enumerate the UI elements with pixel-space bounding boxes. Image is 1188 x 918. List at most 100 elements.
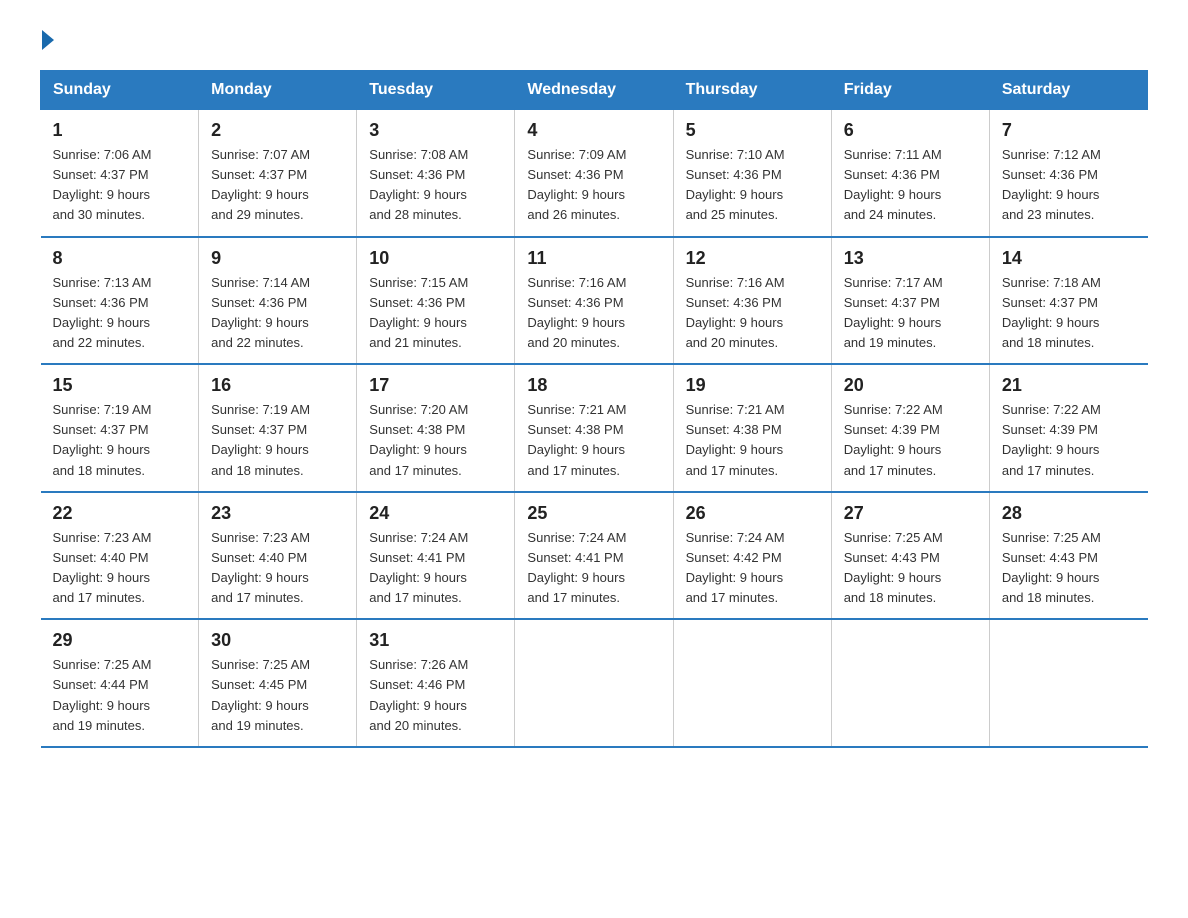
week-row-1: 1 Sunrise: 7:06 AMSunset: 4:37 PMDayligh…: [41, 110, 1148, 237]
day-cell: 19 Sunrise: 7:21 AMSunset: 4:38 PMDaylig…: [673, 364, 831, 492]
day-info: Sunrise: 7:21 AMSunset: 4:38 PMDaylight:…: [527, 402, 626, 477]
day-cell: 16 Sunrise: 7:19 AMSunset: 4:37 PMDaylig…: [199, 364, 357, 492]
week-row-2: 8 Sunrise: 7:13 AMSunset: 4:36 PMDayligh…: [41, 237, 1148, 365]
day-number: 26: [686, 503, 819, 524]
day-info: Sunrise: 7:24 AMSunset: 4:41 PMDaylight:…: [527, 530, 626, 605]
day-cell: 4 Sunrise: 7:09 AMSunset: 4:36 PMDayligh…: [515, 110, 673, 237]
day-cell: 13 Sunrise: 7:17 AMSunset: 4:37 PMDaylig…: [831, 237, 989, 365]
day-number: 8: [53, 248, 187, 269]
day-number: 14: [1002, 248, 1136, 269]
day-number: 30: [211, 630, 344, 651]
logo-text: [40, 30, 56, 50]
day-headers-row: SundayMondayTuesdayWednesdayThursdayFrid…: [41, 71, 1148, 110]
day-cell: 31 Sunrise: 7:26 AMSunset: 4:46 PMDaylig…: [357, 619, 515, 747]
day-cell: [831, 619, 989, 747]
day-info: Sunrise: 7:17 AMSunset: 4:37 PMDaylight:…: [844, 275, 943, 350]
day-info: Sunrise: 7:11 AMSunset: 4:36 PMDaylight:…: [844, 147, 942, 222]
day-info: Sunrise: 7:25 AMSunset: 4:44 PMDaylight:…: [53, 657, 152, 732]
day-cell: 28 Sunrise: 7:25 AMSunset: 4:43 PMDaylig…: [989, 492, 1147, 620]
day-number: 9: [211, 248, 344, 269]
day-info: Sunrise: 7:19 AMSunset: 4:37 PMDaylight:…: [53, 402, 152, 477]
week-row-3: 15 Sunrise: 7:19 AMSunset: 4:37 PMDaylig…: [41, 364, 1148, 492]
day-number: 6: [844, 120, 977, 141]
day-header-sunday: Sunday: [41, 71, 199, 110]
day-cell: 30 Sunrise: 7:25 AMSunset: 4:45 PMDaylig…: [199, 619, 357, 747]
day-number: 21: [1002, 375, 1136, 396]
day-header-wednesday: Wednesday: [515, 71, 673, 110]
day-header-thursday: Thursday: [673, 71, 831, 110]
day-number: 31: [369, 630, 502, 651]
day-number: 11: [527, 248, 660, 269]
header-area: [40, 30, 1148, 50]
day-info: Sunrise: 7:24 AMSunset: 4:41 PMDaylight:…: [369, 530, 468, 605]
logo: [40, 30, 56, 50]
day-cell: [673, 619, 831, 747]
calendar-body: 1 Sunrise: 7:06 AMSunset: 4:37 PMDayligh…: [41, 110, 1148, 747]
day-number: 24: [369, 503, 502, 524]
day-cell: 1 Sunrise: 7:06 AMSunset: 4:37 PMDayligh…: [41, 110, 199, 237]
day-info: Sunrise: 7:19 AMSunset: 4:37 PMDaylight:…: [211, 402, 310, 477]
day-info: Sunrise: 7:12 AMSunset: 4:36 PMDaylight:…: [1002, 147, 1101, 222]
day-cell: 27 Sunrise: 7:25 AMSunset: 4:43 PMDaylig…: [831, 492, 989, 620]
day-cell: 25 Sunrise: 7:24 AMSunset: 4:41 PMDaylig…: [515, 492, 673, 620]
day-number: 28: [1002, 503, 1136, 524]
day-info: Sunrise: 7:16 AMSunset: 4:36 PMDaylight:…: [527, 275, 626, 350]
day-cell: 14 Sunrise: 7:18 AMSunset: 4:37 PMDaylig…: [989, 237, 1147, 365]
day-number: 20: [844, 375, 977, 396]
day-header-friday: Friday: [831, 71, 989, 110]
day-cell: 23 Sunrise: 7:23 AMSunset: 4:40 PMDaylig…: [199, 492, 357, 620]
week-row-4: 22 Sunrise: 7:23 AMSunset: 4:40 PMDaylig…: [41, 492, 1148, 620]
day-cell: 24 Sunrise: 7:24 AMSunset: 4:41 PMDaylig…: [357, 492, 515, 620]
day-info: Sunrise: 7:18 AMSunset: 4:37 PMDaylight:…: [1002, 275, 1101, 350]
day-number: 5: [686, 120, 819, 141]
day-cell: 20 Sunrise: 7:22 AMSunset: 4:39 PMDaylig…: [831, 364, 989, 492]
day-cell: 17 Sunrise: 7:20 AMSunset: 4:38 PMDaylig…: [357, 364, 515, 492]
day-info: Sunrise: 7:06 AMSunset: 4:37 PMDaylight:…: [53, 147, 152, 222]
day-number: 17: [369, 375, 502, 396]
day-info: Sunrise: 7:24 AMSunset: 4:42 PMDaylight:…: [686, 530, 785, 605]
logo-arrow-icon: [42, 30, 54, 50]
day-number: 29: [53, 630, 187, 651]
day-header-tuesday: Tuesday: [357, 71, 515, 110]
day-header-saturday: Saturday: [989, 71, 1147, 110]
day-info: Sunrise: 7:23 AMSunset: 4:40 PMDaylight:…: [53, 530, 152, 605]
day-info: Sunrise: 7:10 AMSunset: 4:36 PMDaylight:…: [686, 147, 785, 222]
day-number: 15: [53, 375, 187, 396]
day-header-monday: Monday: [199, 71, 357, 110]
day-number: 16: [211, 375, 344, 396]
day-cell: 15 Sunrise: 7:19 AMSunset: 4:37 PMDaylig…: [41, 364, 199, 492]
day-info: Sunrise: 7:21 AMSunset: 4:38 PMDaylight:…: [686, 402, 785, 477]
day-cell: 8 Sunrise: 7:13 AMSunset: 4:36 PMDayligh…: [41, 237, 199, 365]
day-info: Sunrise: 7:09 AMSunset: 4:36 PMDaylight:…: [527, 147, 626, 222]
day-cell: 3 Sunrise: 7:08 AMSunset: 4:36 PMDayligh…: [357, 110, 515, 237]
day-info: Sunrise: 7:23 AMSunset: 4:40 PMDaylight:…: [211, 530, 310, 605]
calendar-header: SundayMondayTuesdayWednesdayThursdayFrid…: [41, 71, 1148, 110]
day-info: Sunrise: 7:25 AMSunset: 4:45 PMDaylight:…: [211, 657, 310, 732]
day-number: 23: [211, 503, 344, 524]
day-cell: 29 Sunrise: 7:25 AMSunset: 4:44 PMDaylig…: [41, 619, 199, 747]
day-info: Sunrise: 7:14 AMSunset: 4:36 PMDaylight:…: [211, 275, 310, 350]
day-cell: 6 Sunrise: 7:11 AMSunset: 4:36 PMDayligh…: [831, 110, 989, 237]
day-info: Sunrise: 7:07 AMSunset: 4:37 PMDaylight:…: [211, 147, 310, 222]
day-number: 1: [53, 120, 187, 141]
day-cell: 5 Sunrise: 7:10 AMSunset: 4:36 PMDayligh…: [673, 110, 831, 237]
day-number: 2: [211, 120, 344, 141]
day-number: 13: [844, 248, 977, 269]
day-number: 4: [527, 120, 660, 141]
day-info: Sunrise: 7:25 AMSunset: 4:43 PMDaylight:…: [844, 530, 943, 605]
day-number: 18: [527, 375, 660, 396]
day-cell: 9 Sunrise: 7:14 AMSunset: 4:36 PMDayligh…: [199, 237, 357, 365]
day-number: 7: [1002, 120, 1136, 141]
day-number: 3: [369, 120, 502, 141]
day-number: 27: [844, 503, 977, 524]
day-info: Sunrise: 7:15 AMSunset: 4:36 PMDaylight:…: [369, 275, 468, 350]
week-row-5: 29 Sunrise: 7:25 AMSunset: 4:44 PMDaylig…: [41, 619, 1148, 747]
day-info: Sunrise: 7:22 AMSunset: 4:39 PMDaylight:…: [844, 402, 943, 477]
day-info: Sunrise: 7:13 AMSunset: 4:36 PMDaylight:…: [53, 275, 152, 350]
day-cell: 18 Sunrise: 7:21 AMSunset: 4:38 PMDaylig…: [515, 364, 673, 492]
day-info: Sunrise: 7:26 AMSunset: 4:46 PMDaylight:…: [369, 657, 468, 732]
day-cell: [515, 619, 673, 747]
day-cell: 22 Sunrise: 7:23 AMSunset: 4:40 PMDaylig…: [41, 492, 199, 620]
day-info: Sunrise: 7:16 AMSunset: 4:36 PMDaylight:…: [686, 275, 785, 350]
day-cell: 10 Sunrise: 7:15 AMSunset: 4:36 PMDaylig…: [357, 237, 515, 365]
